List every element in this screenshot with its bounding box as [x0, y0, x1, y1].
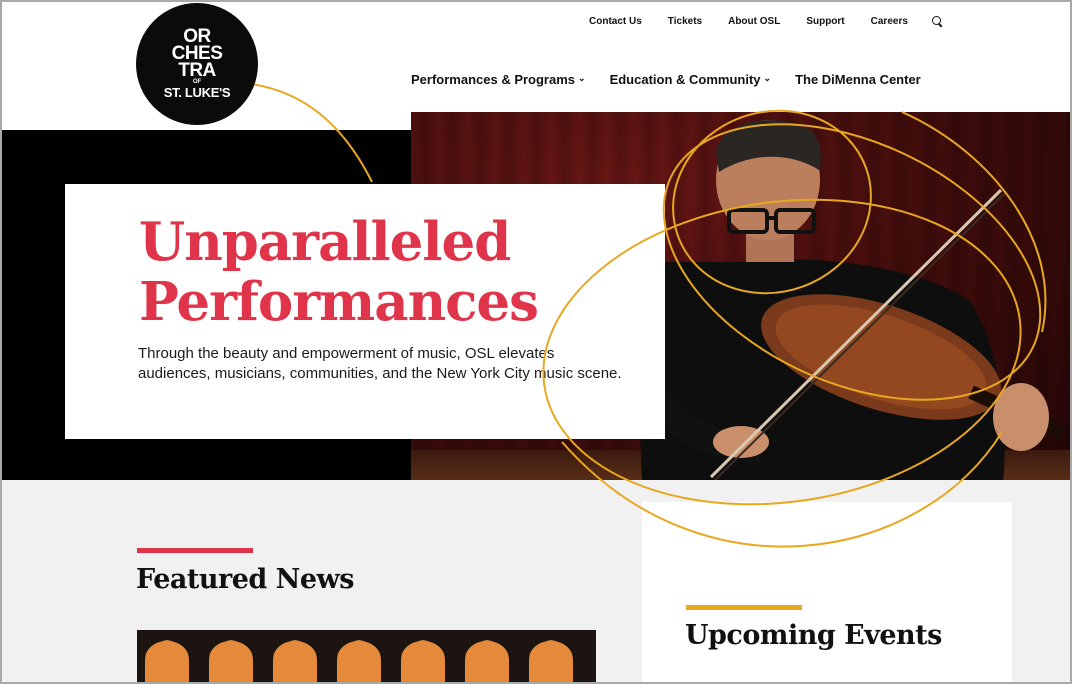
util-link-tickets[interactable]: Tickets	[668, 16, 702, 28]
featured-news-image[interactable]	[137, 630, 596, 682]
featured-news-heading: Featured News	[136, 564, 354, 595]
util-link-contact[interactable]: Contact Us	[589, 16, 642, 28]
hero-title-line-1: Unparalleled	[139, 211, 511, 273]
main-nav: Performances & Programs ⌄ Education & Co…	[411, 72, 945, 87]
util-link-about[interactable]: About OSL	[728, 16, 780, 28]
upcoming-events-panel	[642, 502, 1012, 682]
chevron-down-icon: ⌄	[763, 73, 772, 83]
util-link-careers[interactable]: Careers	[871, 16, 908, 28]
hero-card: Unparalleled Performances Through the be…	[65, 184, 665, 439]
osl-logo[interactable]: OR CHES TRA OF ST. LUKE'S	[136, 3, 258, 125]
logo-line-5: ST. LUKE'S	[163, 85, 231, 100]
arched-pattern-image	[145, 640, 573, 682]
hero-title-line-2: Performances	[139, 271, 539, 333]
hero-title: Unparalleled Performances	[139, 211, 539, 333]
nav-item-label: Education & Community	[609, 72, 761, 87]
page-frame: OR CHES TRA OF ST. LUKE'S Contact Us Tic…	[0, 0, 1072, 684]
chevron-down-icon: ⌄	[578, 73, 586, 83]
hero-description: Through the beauty and empowerment of mu…	[138, 345, 622, 382]
nav-item-dimenna[interactable]: The DiMenna Center	[795, 72, 921, 87]
upcoming-events-heading: Upcoming Events	[685, 620, 942, 651]
search-icon[interactable]	[931, 16, 942, 26]
logo-line-3: TRA	[178, 60, 216, 81]
nav-item-label: The DiMenna Center	[795, 72, 921, 87]
nav-item-education[interactable]: Education & Community ⌄	[610, 72, 772, 87]
nav-item-performances[interactable]: Performances & Programs ⌄	[411, 72, 586, 87]
featured-news-rule	[137, 548, 253, 553]
utility-nav: Contact Us Tickets About OSL Support Car…	[589, 16, 942, 28]
upcoming-events-rule	[686, 605, 802, 610]
util-link-support[interactable]: Support	[806, 16, 844, 28]
nav-item-label: Performances & Programs	[411, 72, 576, 87]
